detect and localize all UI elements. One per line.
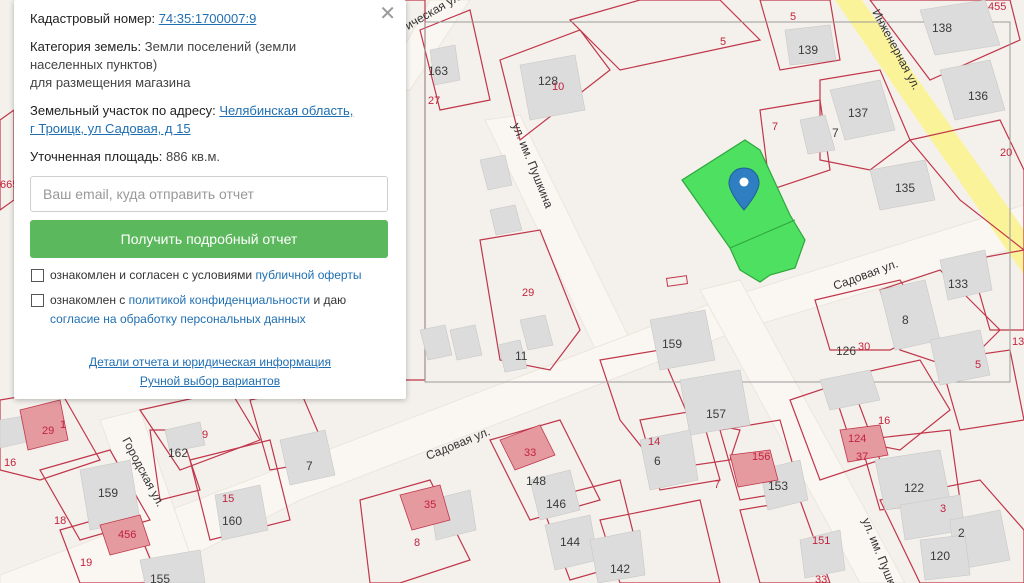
offer-consent-label: ознакомлен и согласен с условиями bbox=[50, 268, 256, 282]
house-number: 155 bbox=[150, 572, 170, 583]
parcel-number: 456 bbox=[118, 529, 136, 541]
cadastral-number-label: Кадастровый номер: bbox=[30, 11, 156, 26]
offer-consent-text: ознакомлен и согласен с условиями публич… bbox=[50, 266, 361, 285]
parcel-number: 156 bbox=[752, 451, 770, 463]
address-row: Земельный участок по адресу: Челябинская… bbox=[30, 102, 390, 138]
privacy-consent-label: ознакомлен с bbox=[50, 293, 129, 307]
parcel-number: 10 bbox=[552, 81, 564, 93]
offer-consent-row: ознакомлен и согласен с условиями публич… bbox=[30, 266, 390, 285]
house-number: 159 bbox=[98, 486, 118, 500]
parcel-number: 37 bbox=[856, 451, 868, 463]
land-category-row: Категория земель: Земли поселений (земли… bbox=[30, 38, 390, 92]
email-input[interactable] bbox=[30, 176, 388, 212]
privacy-policy-link[interactable]: политикой конфиденциальности bbox=[129, 293, 310, 307]
parcel-number: 1 bbox=[60, 419, 66, 431]
privacy-consent-checkbox[interactable] bbox=[31, 294, 44, 307]
parcel-number: 5 bbox=[720, 36, 726, 48]
house-number: 146 bbox=[546, 497, 566, 511]
parcel-number: 16 bbox=[878, 415, 890, 427]
house-number: 135 bbox=[895, 181, 915, 195]
house-number: 162 bbox=[168, 446, 188, 460]
parcel-number: 9 bbox=[202, 429, 208, 441]
parcel-number: 18 bbox=[54, 515, 66, 527]
parcel-number: 29 bbox=[42, 425, 54, 437]
offer-consent-checkbox[interactable] bbox=[31, 269, 44, 282]
parcel-number: 30 bbox=[858, 341, 870, 353]
house-number: 122 bbox=[904, 481, 924, 495]
footer-links: Детали отчета и юридическая информация Р… bbox=[30, 353, 390, 391]
land-category-value: для размещения магазина bbox=[30, 75, 191, 90]
house-number: 137 bbox=[848, 106, 868, 120]
house-number: 159 bbox=[662, 337, 682, 351]
parcel-number: 33 bbox=[524, 447, 536, 459]
land-category-value: населенных пунктов) bbox=[30, 57, 158, 72]
area-row: Уточненная площадь: 886 кв.м. bbox=[30, 148, 390, 166]
parcel-number: 5 bbox=[975, 359, 981, 371]
house-number: 163 bbox=[428, 64, 448, 78]
parcel-number: 27 bbox=[428, 95, 440, 107]
parcel-number: 151 bbox=[812, 535, 830, 547]
manual-selection-link[interactable]: Ручной выбор вариантов bbox=[140, 372, 280, 391]
address-link[interactable]: Челябинская область, bbox=[219, 103, 353, 118]
house-number: 136 bbox=[968, 89, 988, 103]
house-number: 144 bbox=[560, 535, 580, 549]
house-number: 133 bbox=[948, 277, 968, 291]
house-number: 11 bbox=[515, 349, 528, 363]
parcel-info-card: ✕ Кадастровый номер: 74:35:1700007:9 Кат… bbox=[14, 0, 406, 399]
parcel-number: 455 bbox=[988, 1, 1006, 13]
cadastral-number-row: Кадастровый номер: 74:35:1700007:9 bbox=[30, 10, 390, 28]
cadastral-number-link[interactable]: 74:35:1700007:9 bbox=[159, 11, 257, 26]
house-number: 126 bbox=[836, 344, 856, 358]
parcel-number: 14 bbox=[648, 436, 660, 448]
house-number: 6 bbox=[654, 454, 661, 468]
parcel-number: 20 bbox=[1000, 147, 1012, 159]
house-number: 120 bbox=[930, 549, 950, 563]
house-number: 160 bbox=[222, 514, 242, 528]
parcel-number: 15 bbox=[222, 493, 234, 505]
house-number: 153 bbox=[768, 479, 788, 493]
house-number: 157 bbox=[706, 407, 726, 421]
close-icon[interactable]: ✕ bbox=[379, 4, 396, 24]
parcel-number: 5 bbox=[790, 11, 796, 23]
house-number: 139 bbox=[798, 43, 818, 57]
parcel-number: 7 bbox=[772, 121, 778, 133]
parcel-number: 35 bbox=[424, 499, 436, 511]
house-number: 138 bbox=[932, 21, 952, 35]
privacy-consent-row: ознакомлен с политикой конфиденциальност… bbox=[30, 291, 390, 329]
public-offer-link[interactable]: публичной оферты bbox=[255, 268, 361, 282]
data-processing-consent-link[interactable]: согласие на обработку персональных данны… bbox=[50, 312, 306, 326]
parcel-number: 124 bbox=[848, 433, 866, 445]
parcel-number: 33 bbox=[815, 574, 827, 583]
house-number: 7 bbox=[832, 126, 839, 140]
parcel-number: 29 bbox=[522, 287, 534, 299]
parcel-number: 8 bbox=[414, 537, 420, 549]
parcel-number: 3 bbox=[940, 503, 946, 515]
parcel-number: 16 bbox=[4, 457, 16, 469]
privacy-consent-label-b: и даю bbox=[310, 293, 347, 307]
house-number: 8 bbox=[902, 313, 909, 327]
privacy-consent-text: ознакомлен с политикой конфиденциальност… bbox=[50, 291, 346, 329]
parcel-number: 7 bbox=[714, 479, 720, 491]
house-number: 142 bbox=[610, 562, 630, 576]
land-category-label: Категория земель: bbox=[30, 39, 142, 54]
address-link[interactable]: г Троицк, ул Садовая, д 15 bbox=[30, 121, 191, 136]
land-category-value: Земли поселений (земли bbox=[144, 39, 297, 54]
parcel-number: 19 bbox=[80, 557, 92, 569]
address-label: Земельный участок по адресу: bbox=[30, 103, 216, 118]
get-report-button[interactable]: Получить подробный отчет bbox=[30, 220, 388, 258]
house-number: 148 bbox=[526, 474, 546, 488]
parcel-number: 131 bbox=[1012, 336, 1024, 348]
house-number: 2 bbox=[958, 526, 965, 540]
house-number: 7 bbox=[306, 459, 313, 473]
report-details-link[interactable]: Детали отчета и юридическая информация bbox=[89, 353, 331, 372]
area-value: 886 кв.м. bbox=[165, 149, 221, 164]
area-label: Уточненная площадь: bbox=[30, 149, 163, 164]
